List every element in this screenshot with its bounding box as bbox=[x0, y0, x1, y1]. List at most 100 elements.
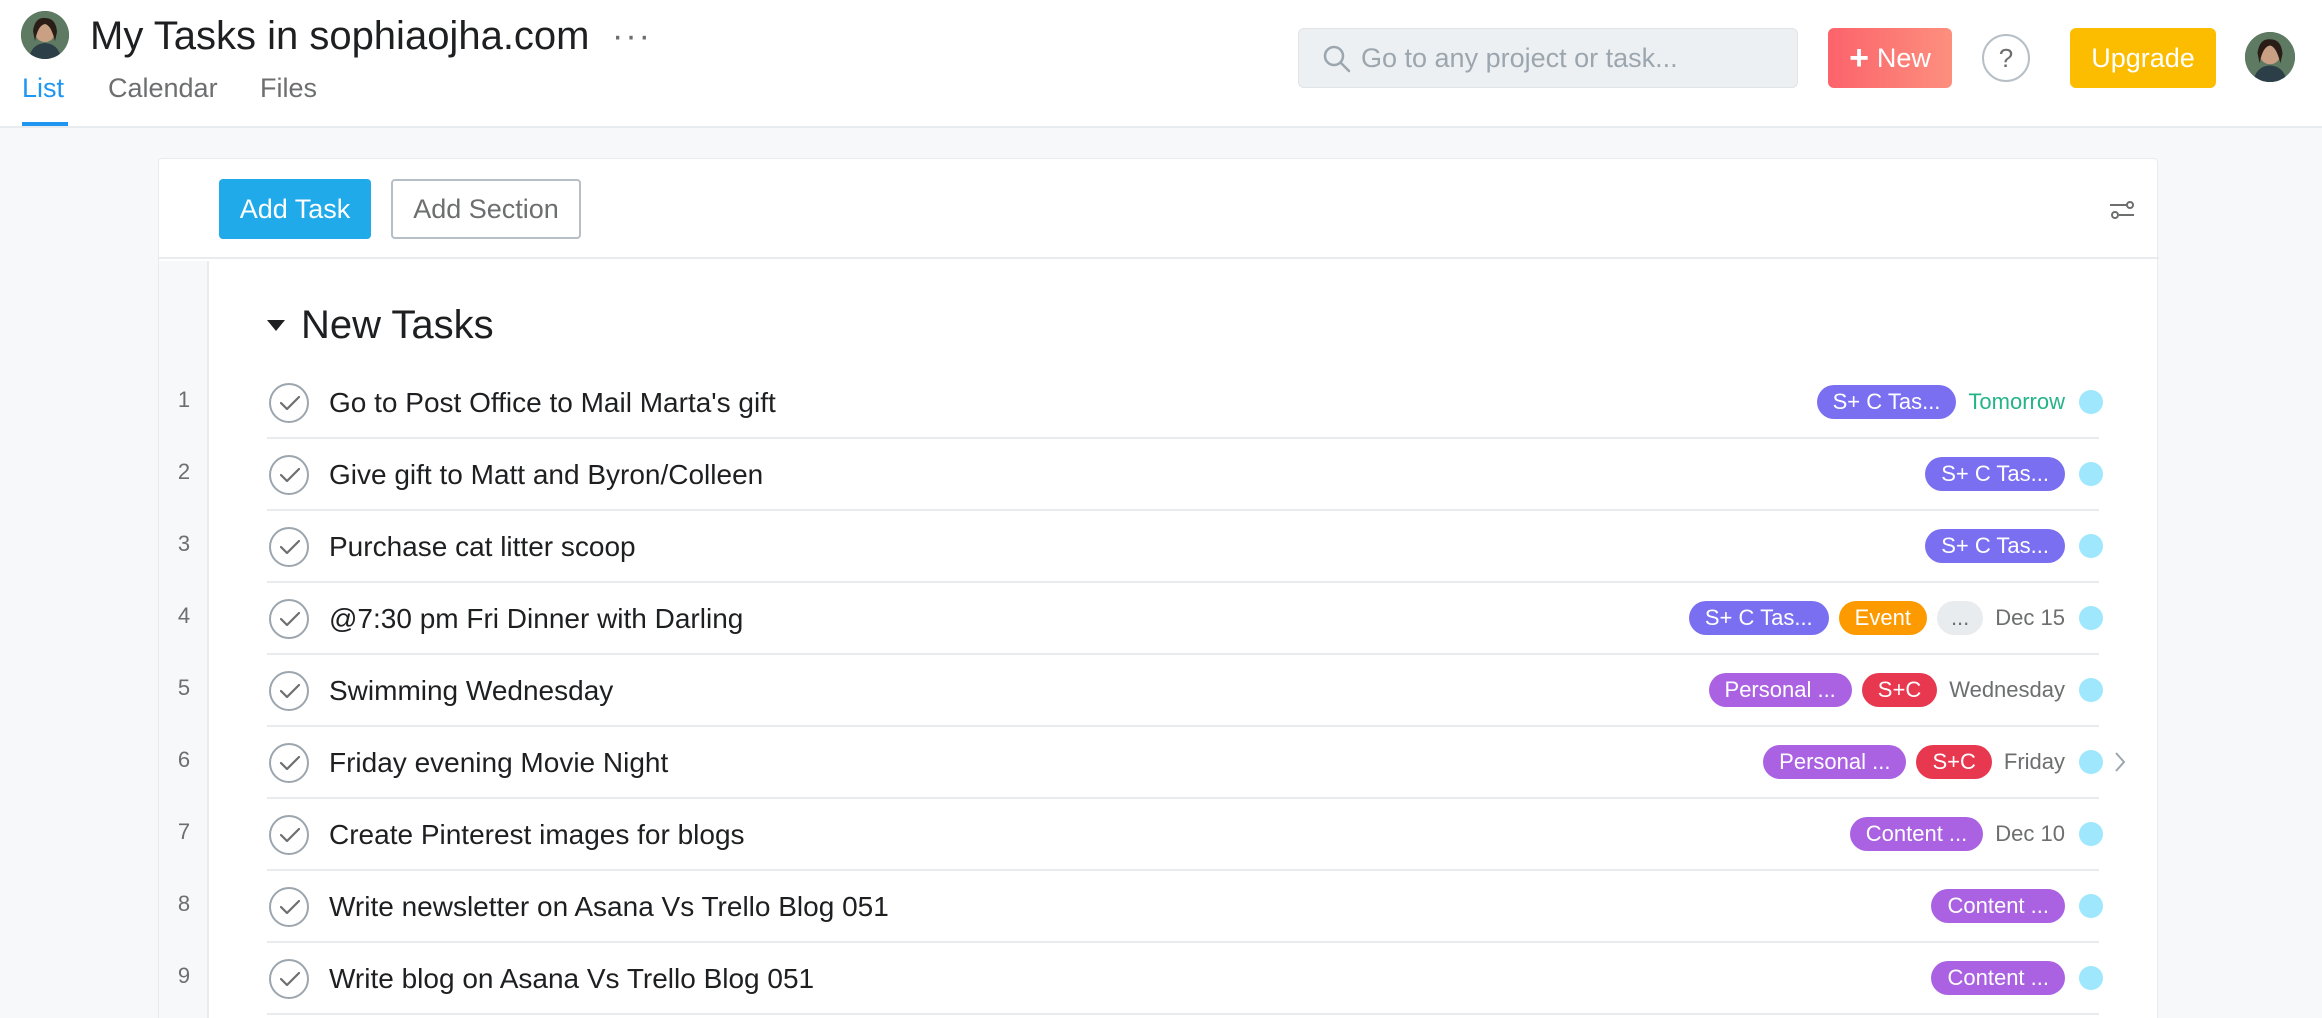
row-number: 1 bbox=[177, 387, 191, 412]
assignee-dot[interactable] bbox=[2079, 534, 2103, 558]
chevron-right-icon[interactable] bbox=[2113, 749, 2127, 775]
top-bar: My Tasks in sophiaojha.com ··· List Cale… bbox=[0, 0, 2322, 128]
tag-pill[interactable]: Content ... bbox=[1931, 889, 2065, 923]
due-date[interactable]: Dec 10 bbox=[1995, 821, 2065, 847]
task-name[interactable]: Create Pinterest images for blogs bbox=[329, 817, 745, 853]
row-number: 5 bbox=[177, 675, 191, 700]
caret-down-icon[interactable] bbox=[267, 319, 285, 331]
task-name[interactable]: Give gift to Matt and Byron/Colleen bbox=[329, 457, 763, 493]
task-name[interactable]: Write newsletter on Asana Vs Trello Blog… bbox=[329, 889, 889, 925]
task-name[interactable]: @7:30 pm Fri Dinner with Darling bbox=[329, 601, 743, 637]
row-number: 3 bbox=[177, 531, 191, 556]
complete-task-checkbox[interactable] bbox=[269, 671, 309, 711]
add-section-button[interactable]: Add Section bbox=[391, 179, 581, 239]
task-meta: S+ C Tas... Tomorrow bbox=[1816, 384, 2103, 420]
tag-pill[interactable]: S+ C Tas... bbox=[1925, 457, 2065, 491]
upgrade-button[interactable]: Upgrade bbox=[2070, 28, 2216, 88]
task-name[interactable]: Purchase cat litter scoop bbox=[329, 529, 636, 565]
active-tab-indicator bbox=[22, 122, 68, 126]
task-meta: Content ... bbox=[1931, 888, 2103, 924]
complete-task-checkbox[interactable] bbox=[269, 887, 309, 927]
search-bar[interactable] bbox=[1298, 28, 1798, 88]
checkmark-icon bbox=[279, 467, 301, 483]
assignee-dot[interactable] bbox=[2079, 606, 2103, 630]
complete-task-checkbox[interactable] bbox=[269, 455, 309, 495]
complete-task-checkbox[interactable] bbox=[269, 527, 309, 567]
task-name[interactable]: Friday evening Movie Night bbox=[329, 745, 668, 781]
assignee-dot[interactable] bbox=[2079, 462, 2103, 486]
tag-pill[interactable]: S+C bbox=[1916, 745, 1992, 779]
tag-pill[interactable]: Personal ... bbox=[1708, 673, 1852, 707]
tag-pill[interactable]: ... bbox=[1936, 601, 1984, 635]
row-divider bbox=[267, 1013, 2099, 1015]
task-row[interactable]: 7 Create Pinterest images for blogs Conten… bbox=[159, 799, 2159, 871]
assignee-dot[interactable] bbox=[2079, 678, 2103, 702]
task-row[interactable]: 3 Purchase cat litter scoop S+ C Tas... bbox=[159, 511, 2159, 583]
help-button[interactable]: ? bbox=[1982, 34, 2030, 82]
tag-pill[interactable]: Personal ... bbox=[1763, 745, 1907, 779]
tab-files[interactable]: Files bbox=[260, 70, 317, 106]
complete-task-checkbox[interactable] bbox=[269, 815, 309, 855]
page-title: My Tasks in sophiaojha.com bbox=[90, 14, 590, 58]
due-date[interactable]: Friday bbox=[2004, 749, 2065, 775]
checkmark-icon bbox=[279, 755, 301, 771]
search-input[interactable] bbox=[1361, 29, 1781, 87]
tag-pill[interactable]: Content ... bbox=[1931, 961, 2065, 995]
row-number: 4 bbox=[177, 603, 191, 628]
row-number: 2 bbox=[177, 459, 191, 484]
due-date[interactable]: Tomorrow bbox=[1968, 389, 2065, 415]
project-avatar[interactable] bbox=[21, 11, 69, 59]
checkmark-icon bbox=[279, 971, 301, 987]
task-row[interactable]: 4 @7:30 pm Fri Dinner with Darling S+ C Ta… bbox=[159, 583, 2159, 655]
task-row[interactable]: 1 Go to Post Office to Mail Marta's gift S… bbox=[159, 367, 2159, 439]
view-settings-icon[interactable] bbox=[2107, 195, 2137, 225]
checkmark-icon bbox=[279, 539, 301, 555]
task-name[interactable]: Swimming Wednesday bbox=[329, 673, 613, 709]
task-row[interactable]: 8 Write newsletter on Asana Vs Trello Blo… bbox=[159, 871, 2159, 943]
task-name[interactable]: Write blog on Asana Vs Trello Blog 051 bbox=[329, 961, 814, 997]
row-number: 8 bbox=[177, 891, 191, 916]
due-date[interactable]: Wednesday bbox=[1949, 677, 2065, 703]
tag-pill[interactable]: S+C bbox=[1861, 673, 1938, 707]
tag-pill[interactable]: S+ C Tas... bbox=[1816, 385, 1957, 419]
tag-pill[interactable]: Event bbox=[1838, 601, 1927, 635]
tag-pill[interactable]: S+ C Tas... bbox=[1925, 529, 2065, 563]
task-meta: Personal ... S+C Friday bbox=[1763, 744, 2103, 780]
task-meta: S+ C Tas... bbox=[1925, 456, 2103, 492]
task-row[interactable]: 5 Swimming Wednesday Personal ... S+C Wednes… bbox=[159, 655, 2159, 727]
complete-task-checkbox[interactable] bbox=[269, 599, 309, 639]
assignee-dot[interactable] bbox=[2079, 750, 2103, 774]
complete-task-checkbox[interactable] bbox=[269, 383, 309, 423]
task-row[interactable]: 9 Write blog on Asana Vs Trello Blog 051 C… bbox=[159, 943, 2159, 1015]
add-task-button[interactable]: Add Task bbox=[219, 179, 371, 239]
task-meta: Content ... Dec 10 bbox=[1849, 816, 2103, 852]
complete-task-checkbox[interactable] bbox=[269, 959, 309, 999]
assignee-dot[interactable] bbox=[2079, 966, 2103, 990]
new-button-label: New bbox=[1876, 42, 1931, 73]
row-number: 7 bbox=[177, 819, 191, 844]
new-button[interactable]: + New bbox=[1828, 28, 1952, 88]
row-number: 9 bbox=[177, 963, 191, 988]
checkmark-icon bbox=[279, 683, 301, 699]
complete-task-checkbox[interactable] bbox=[269, 743, 309, 783]
due-date[interactable]: Dec 15 bbox=[1995, 605, 2065, 631]
more-options-icon[interactable]: ··· bbox=[612, 16, 652, 56]
assignee-dot[interactable] bbox=[2079, 822, 2103, 846]
assignee-dot[interactable] bbox=[2079, 390, 2103, 414]
task-row[interactable]: 2 Give gift to Matt and Byron/Colleen S+ C… bbox=[159, 439, 2159, 511]
checkmark-icon bbox=[279, 827, 301, 843]
tag-pill[interactable]: S+ C Tas... bbox=[1688, 601, 1829, 635]
user-photo-icon bbox=[2245, 32, 2295, 82]
row-number: 6 bbox=[177, 747, 191, 772]
avatar-photo-icon bbox=[21, 11, 69, 59]
checkmark-icon bbox=[279, 395, 301, 411]
task-name[interactable]: Go to Post Office to Mail Marta's gift bbox=[329, 385, 776, 421]
tab-list[interactable]: List bbox=[22, 70, 64, 106]
assignee-dot[interactable] bbox=[2079, 894, 2103, 918]
tab-calendar[interactable]: Calendar bbox=[108, 70, 218, 106]
task-row[interactable]: 6 Friday evening Movie Night Personal ... S… bbox=[159, 727, 2159, 799]
tag-pill[interactable]: Content ... bbox=[1849, 817, 1984, 851]
user-avatar[interactable] bbox=[2245, 32, 2295, 82]
list-toolbar: Add Task Add Section bbox=[159, 159, 2159, 259]
section-header[interactable]: New Tasks bbox=[267, 301, 494, 349]
